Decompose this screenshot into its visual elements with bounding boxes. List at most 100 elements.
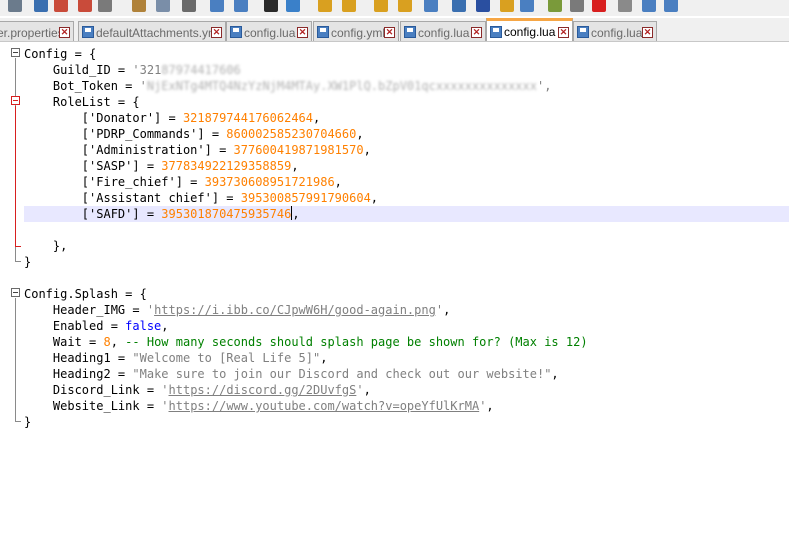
code-line[interactable]: RoleList = { <box>24 94 140 110</box>
code-token: "Welcome to [Real Life 5]" <box>132 351 321 365</box>
save-all-icon[interactable] <box>8 0 22 12</box>
find-icon[interactable] <box>234 0 248 12</box>
function-list-icon[interactable] <box>500 0 514 12</box>
fold-toggle-config[interactable] <box>11 48 20 57</box>
code-line[interactable]: }, <box>24 238 67 254</box>
code-token: }, <box>52 239 68 253</box>
tab-label: config.lua <box>244 26 296 40</box>
close-icon[interactable] <box>34 0 48 12</box>
save-macro-icon[interactable] <box>664 0 678 12</box>
tab-config-yml-3[interactable]: config.yml ✕ <box>313 21 399 41</box>
code-token: , <box>486 399 494 413</box>
code-line[interactable]: Enabled = false, <box>24 318 169 334</box>
code-token: 393730608951721986 <box>204 175 335 189</box>
paste-icon[interactable] <box>156 0 170 12</box>
code-line[interactable]: ['Administration'] = 377600419871981570, <box>24 142 371 158</box>
tab-close-icon[interactable]: ✕ <box>384 27 395 38</box>
close-all-icon[interactable] <box>54 0 68 12</box>
code-token: 377600419871981570 <box>233 143 364 157</box>
code-line[interactable]: Config = { <box>24 46 96 62</box>
tab-config-lua-2[interactable]: config.lua ✕ <box>226 21 312 41</box>
tab-close-icon[interactable]: ✕ <box>558 27 569 38</box>
code-token: Heading1 = <box>52 351 133 365</box>
code-token: Guild_ID = <box>52 63 133 77</box>
code-line[interactable]: Heading1 = "Welcome to [Real Life 5]", <box>24 350 328 366</box>
redo-icon[interactable] <box>210 0 224 12</box>
sync-h-icon[interactable] <box>374 0 388 12</box>
file-icon <box>317 26 329 38</box>
code-line[interactable]: ['Assistant chief'] = 395300857991790604… <box>24 190 378 206</box>
tab-close-icon[interactable]: ✕ <box>471 27 482 38</box>
replace-icon[interactable] <box>264 0 278 12</box>
print-icon[interactable] <box>78 0 92 12</box>
code-line[interactable]: ['SASP'] = 377834922129358859, <box>24 158 299 174</box>
code-token: Discord_Link = <box>52 383 162 397</box>
fold-toggle-splash[interactable] <box>11 288 20 297</box>
wrap-icon[interactable] <box>398 0 412 12</box>
code-line[interactable]: Bot_Token = 'NjExNTg4MTQ4NzYzNjM4MTAy.XW… <box>24 78 552 94</box>
code-token: 377834922129358859 <box>161 159 292 173</box>
fold-toggle-rolelist[interactable] <box>11 96 20 105</box>
code-link[interactable]: https://www.youtube.com/watch?v=opeYfUlK… <box>169 399 480 413</box>
code-token: 8 <box>103 335 111 349</box>
doc-map-icon[interactable] <box>476 0 490 12</box>
code-line[interactable]: ['Fire_chief'] = 393730608951721986, <box>24 174 342 190</box>
code-token: Wait = <box>52 335 104 349</box>
code-line[interactable]: ['PDRP_Commands'] = 860002585230704660, <box>24 126 364 142</box>
code-token: , <box>292 207 300 221</box>
tab-er-properties-0[interactable]: er.properties ✕ <box>0 21 74 41</box>
stop-macro-icon[interactable] <box>592 0 606 12</box>
code-line[interactable]: } <box>24 254 31 270</box>
code-line[interactable]: ['Donator'] = 321879744176062464, <box>24 110 320 126</box>
tab-bar: er.properties ✕ defaultAttachments.yml ✕ con… <box>0 18 789 42</box>
zoom-out-icon[interactable] <box>318 0 332 12</box>
copy-icon[interactable] <box>132 0 146 12</box>
tab-config-lua-5[interactable]: config.lua ✕ <box>486 18 573 41</box>
tab-close-icon[interactable]: ✕ <box>642 27 653 38</box>
code-token: ' <box>146 303 155 317</box>
monitor-icon[interactable] <box>548 0 562 12</box>
cut-icon[interactable] <box>98 0 112 12</box>
code-token: , <box>161 319 169 333</box>
tab-close-icon[interactable]: ✕ <box>59 27 70 38</box>
code-token: Header_IMG = <box>52 303 147 317</box>
tab-defaultattachments-yml-1[interactable]: defaultAttachments.yml ✕ <box>78 21 226 41</box>
zoom-in-icon[interactable] <box>286 0 300 12</box>
code-token: , <box>291 159 299 173</box>
all-chars-icon[interactable] <box>424 0 438 12</box>
tab-config-lua-6[interactable]: config.lua ✕ <box>573 21 657 41</box>
code-token: ' <box>139 79 147 93</box>
record-macro-icon[interactable] <box>570 0 584 12</box>
code-link[interactable]: https://i.ibb.co/CJpwW6H/good-again.png <box>154 303 436 317</box>
tab-close-icon[interactable]: ✕ <box>297 27 308 38</box>
sync-v-icon[interactable] <box>342 0 356 12</box>
play-macro-icon[interactable] <box>618 0 632 12</box>
code-token: , <box>313 111 321 125</box>
code-line-current[interactable]: ['SAFD'] = 395301870475935746, <box>24 206 789 222</box>
code-line[interactable]: Header_IMG = 'https://i.ibb.co/CJpwW6H/g… <box>24 302 450 318</box>
code-editor[interactable]: Config = { Guild_ID = '32187974417606 Bo… <box>0 43 789 556</box>
code-line[interactable]: Config.Splash = { <box>24 286 147 302</box>
tab-close-icon[interactable]: ✕ <box>211 27 222 38</box>
code-line[interactable]: Heading2 = "Make sure to join our Discor… <box>24 366 559 382</box>
run-macro-icon[interactable] <box>642 0 656 12</box>
indent-guide-icon[interactable] <box>452 0 466 12</box>
code-token: 395300857991790604 <box>240 191 371 205</box>
file-icon <box>404 26 416 38</box>
code-line[interactable]: Wait = 8, -- How many seconds should spl… <box>24 334 588 350</box>
code-token: Enabled = <box>52 319 126 333</box>
code-line[interactable]: } <box>24 414 31 430</box>
folder-workspace-icon[interactable] <box>520 0 534 12</box>
code-token: ['Administration'] = <box>81 143 234 157</box>
code-token: , <box>334 175 342 189</box>
code-token: ['Assistant chief'] = <box>81 191 241 205</box>
code-link[interactable]: https://discord.gg/2DUvfgS <box>169 383 357 397</box>
tab-config-lua-4[interactable]: config.lua ✕ <box>400 21 486 41</box>
code-line[interactable]: Discord_Link = 'https://discord.gg/2DUvf… <box>24 382 371 398</box>
file-icon <box>82 26 94 38</box>
code-line[interactable]: Website_Link = 'https://www.youtube.com/… <box>24 398 494 414</box>
undo-icon[interactable] <box>182 0 196 12</box>
code-token: -- How many seconds should splash page b… <box>125 335 588 349</box>
code-token: } <box>24 415 32 429</box>
code-line[interactable]: Guild_ID = '32187974417606 <box>24 62 241 78</box>
